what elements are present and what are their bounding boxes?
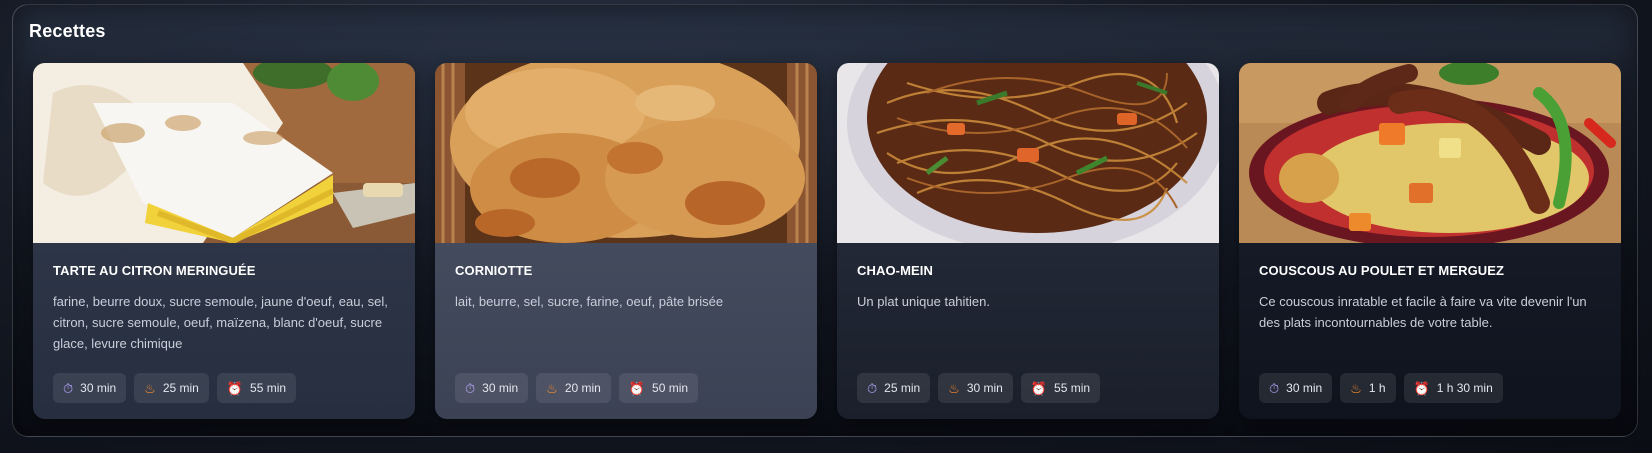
stopwatch-icon: ⏱ (465, 380, 476, 396)
alarm-clock-icon: ⏰ (1413, 380, 1430, 396)
total-time-badge: ⏰ 55 min (216, 373, 297, 403)
cook-time: 25 min (162, 381, 199, 395)
prep-time: 30 min (1286, 381, 1323, 395)
prep-time: 25 min (884, 381, 921, 395)
recipe-card[interactable]: CORNIOTTE lait, beurre, sel, sucre, fari… (435, 63, 817, 419)
cook-time-badge: ♨ 25 min (134, 373, 209, 403)
recipe-image (1239, 63, 1621, 243)
alarm-clock-icon: ⏰ (628, 380, 646, 396)
recipe-ingredients: lait, beurre, sel, sucre, farine, oeuf, … (455, 294, 724, 309)
recipe-title: TARTE AU CITRON MERINGUÉE (53, 263, 256, 278)
recipe-card[interactable]: CHAO-MEIN Un plat unique tahitien. ⏱ 25 … (837, 63, 1219, 419)
recipe-card[interactable]: TARTE AU CITRON MERINGUÉE farine, beurre… (33, 63, 415, 419)
recipe-title: CHAO-MEIN (857, 263, 934, 278)
recipe-times: ⏱ 30 min ♨ 20 min ⏰ 50 min (455, 373, 699, 403)
recipe-times: ⏱ 30 min ♨ 1 h ⏰ 1 h 30 min (1259, 373, 1503, 403)
total-time-badge: ⏰ 1 h 30 min (1403, 373, 1503, 403)
stopwatch-icon: ⏱ (867, 380, 878, 396)
total-time: 50 min (652, 381, 689, 395)
prep-time: 30 min (482, 381, 519, 395)
total-time: 1 h 30 min (1436, 381, 1493, 395)
prep-time: 30 min (80, 381, 117, 395)
flame-icon: ♨ (1350, 380, 1362, 396)
flame-icon: ♨ (948, 380, 960, 396)
cook-time: 30 min (966, 381, 1003, 395)
cook-time: 20 min (564, 381, 601, 395)
cook-time-badge: ♨ 20 min (536, 373, 611, 403)
stopwatch-icon: ⏱ (1269, 380, 1280, 396)
recipe-times: ⏱ 25 min ♨ 30 min ⏰ 55 min (857, 373, 1101, 403)
prep-time-badge: ⏱ 30 min (455, 373, 529, 403)
prep-time-badge: ⏱ 30 min (1259, 373, 1333, 403)
alarm-clock-icon: ⏰ (226, 380, 244, 396)
prep-time-badge: ⏱ 25 min (857, 373, 931, 403)
flame-icon: ♨ (144, 380, 156, 396)
recipe-image (33, 63, 415, 243)
recipe-description: Un plat unique tahitien. (857, 294, 990, 309)
recipe-image (837, 63, 1219, 243)
flame-icon: ♨ (546, 380, 558, 396)
recipes-panel: Recettes TARTE AU CITRON MERINGUÉE farin… (12, 4, 1638, 437)
total-time-badge: ⏰ 50 min (618, 373, 699, 403)
total-time: 55 min (250, 381, 287, 395)
recipe-card[interactable]: COUSCOUS AU POULET ET MERGUEZ Ce couscou… (1239, 63, 1621, 419)
cook-time-badge: ♨ 1 h (1340, 373, 1396, 403)
total-time-badge: ⏰ 55 min (1020, 373, 1101, 403)
recipe-ingredients: farine, beurre doux, sucre semoule, jaun… (53, 294, 388, 351)
total-time: 55 min (1054, 381, 1091, 395)
recipe-times: ⏱ 30 min ♨ 25 min ⏰ 55 min (53, 373, 297, 403)
stopwatch-icon: ⏱ (63, 380, 74, 396)
recipe-description: Ce couscous inratable et facile à faire … (1259, 294, 1587, 330)
recipe-image (435, 63, 817, 243)
cook-time-badge: ♨ 30 min (938, 373, 1013, 403)
cook-time: 1 h (1368, 381, 1386, 395)
prep-time-badge: ⏱ 30 min (53, 373, 127, 403)
alarm-clock-icon: ⏰ (1030, 380, 1048, 396)
recipe-title: CORNIOTTE (455, 263, 533, 278)
section-title: Recettes (29, 21, 106, 41)
recipe-title: COUSCOUS AU POULET ET MERGUEZ (1259, 263, 1505, 278)
